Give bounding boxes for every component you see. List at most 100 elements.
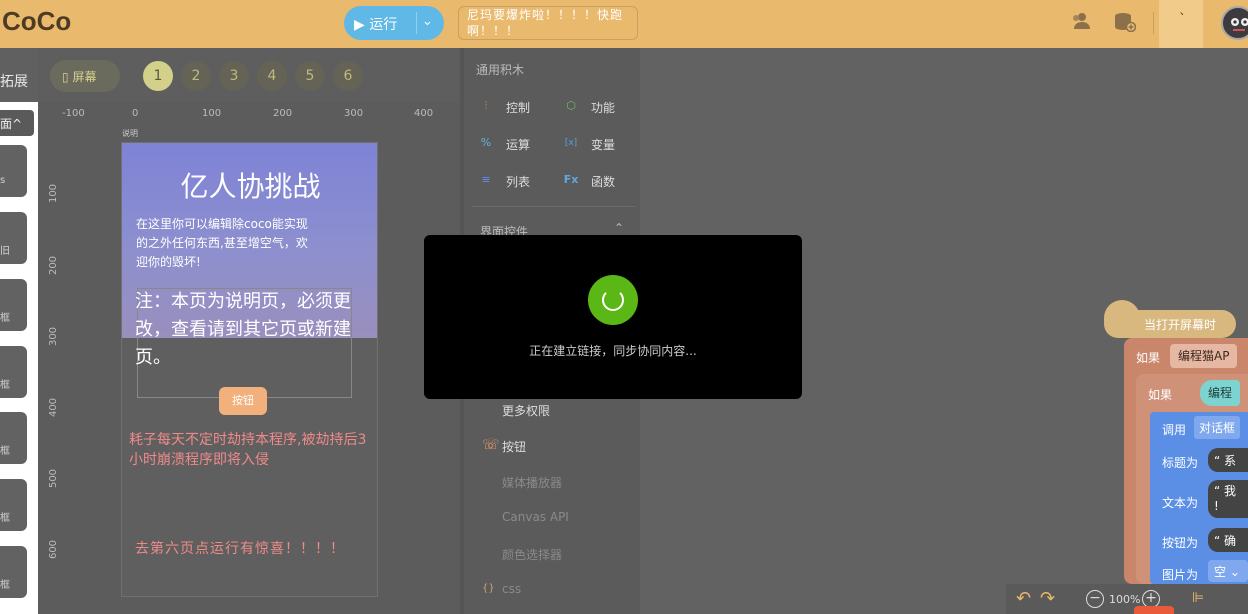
redo-icon[interactable]: ↷ — [1040, 588, 1055, 609]
page-select[interactable]: 面^ — [0, 110, 34, 136]
section-divider — [472, 206, 636, 207]
page-thumb[interactable]: s — [0, 145, 27, 197]
control-icon: ⫶ — [484, 99, 488, 112]
ruler-tick: 100 — [202, 108, 222, 119]
run-button[interactable]: ▶ 运行 ⌄ — [344, 6, 444, 40]
page-thumb[interactable]: 旧 — [0, 212, 27, 264]
align-icon[interactable]: ⊫ — [1192, 590, 1204, 606]
page-tab-4[interactable]: 4 — [257, 61, 287, 91]
screen-icon: ▯ — [62, 70, 69, 84]
description-text[interactable]: 在这里你可以编辑除coco能实现的之外任何东西,甚至增空气，欢迎你的毁坏! — [136, 215, 316, 272]
screen-label: 屏幕 — [72, 70, 97, 84]
category-label: 变量 — [591, 138, 616, 152]
button-widget-icon: ☏ — [482, 437, 500, 453]
ruler-tick: 500 — [48, 468, 60, 489]
ruler-tick: 400 — [48, 397, 60, 418]
zoom-level: 100% — [1109, 593, 1141, 606]
ruler-tick: 200 — [48, 255, 60, 276]
if-label: 如果 — [1136, 351, 1161, 365]
collaborators-icon[interactable] — [1070, 12, 1090, 35]
highlight-toggle[interactable]: ` — [1159, 0, 1203, 48]
param-label: 标题为 — [1162, 456, 1199, 470]
avatar[interactable] — [1221, 6, 1248, 40]
ruler-tick: 200 — [273, 108, 293, 119]
param-value[interactable]: “ 系 — [1208, 448, 1248, 472]
zoom-out-icon[interactable]: − — [1086, 590, 1104, 608]
css-icon: {} — [482, 583, 495, 594]
page-thumb[interactable]: 框 — [0, 412, 27, 464]
condition-slot[interactable]: 编程 — [1200, 380, 1241, 406]
category-label: 函数 — [591, 175, 616, 189]
phone-screen[interactable]: 亿人协挑战 在这里你可以编辑除coco能实现的之外任何东西,甚至增空气，欢迎你的… — [121, 142, 378, 597]
ruler-tick: 300 — [344, 108, 364, 119]
ruler-tick: 600 — [48, 539, 60, 560]
run-menu-chevron-icon[interactable]: ⌄ — [422, 14, 433, 29]
category-label: 列表 — [506, 175, 531, 189]
widget-canvas-api[interactable]: Canvas API — [502, 510, 569, 524]
event-label: 当打开屏幕时 — [1144, 318, 1217, 332]
page-thumb[interactable]: 框 — [0, 346, 27, 398]
database-add-icon[interactable] — [1114, 12, 1137, 37]
widget-color-picker[interactable]: 颜色选择器 — [502, 546, 562, 563]
more-permissions[interactable]: 更多权限 — [502, 402, 550, 419]
list-icon: ≡ — [481, 173, 491, 186]
variable-icon: [x] — [564, 138, 578, 148]
assistant-tab[interactable] — [1134, 606, 1174, 614]
ruler-tick: 400 — [414, 108, 434, 119]
page-tab-2[interactable]: 2 — [181, 61, 211, 91]
dialog-select[interactable]: 对话框 — [1194, 416, 1241, 439]
screen-button[interactable]: ▯ 屏幕 — [50, 60, 120, 92]
ruler-tick: -100 — [62, 108, 85, 119]
sync-modal: 正在建立链接，同步协同内容... — [424, 235, 802, 399]
page-thumb[interactable]: 框 — [0, 279, 27, 331]
ruler-tick: 300 — [48, 326, 60, 347]
param-value[interactable]: “ 我 ! — [1208, 480, 1248, 518]
run-divider — [416, 12, 417, 34]
page-tab-3[interactable]: 3 — [219, 61, 249, 91]
event-block[interactable]: 当打开屏幕时 — [1104, 310, 1236, 338]
sync-status-text: 正在建立链接，同步协同内容... — [529, 344, 697, 358]
call-dialog-block[interactable]: 调用 对话框 标题为 “ 系 文本为 “ 我 ! 按钮为 “ 确 图片为 空 ⌄ — [1150, 412, 1248, 584]
param-value[interactable]: “ 确 — [1208, 528, 1248, 552]
widget-css[interactable]: css — [502, 582, 521, 596]
app-logo: CoCo — [2, 6, 72, 36]
page-tab-1[interactable]: 1 — [143, 61, 173, 91]
screen-button-widget[interactable]: 按钮 — [219, 387, 267, 415]
ruler-tick: 0 — [132, 108, 139, 119]
category-label: 功能 — [591, 101, 616, 115]
horizontal-ruler: -100 0 100 200 300 400 — [52, 104, 460, 120]
image-select[interactable]: 空 ⌄ — [1208, 560, 1248, 582]
run-label: ▶ 运行 — [354, 17, 398, 33]
general-blocks-header: 通用积木 — [476, 63, 525, 77]
note-text[interactable]: 注：本页为说明页，必须更改，查看请到其它页或新建页。 — [135, 288, 375, 372]
highlight-toggle-label: ` — [1179, 12, 1186, 28]
ruler-tick: 100 — [48, 183, 60, 204]
call-label: 调用 — [1162, 423, 1187, 437]
surprise-text[interactable]: 去第六页点运行有惊喜！！！！ — [135, 538, 375, 558]
spinner-ring — [602, 289, 624, 311]
page-tab-6[interactable]: 6 — [333, 61, 363, 91]
widget-button[interactable]: 按钮 — [502, 438, 526, 455]
screen-title[interactable]: 亿人协挑战 — [122, 165, 377, 205]
warning-text[interactable]: 耗子每天不定时劫持本程序,被劫持后3小时崩溃程序即将入侵 — [129, 430, 369, 470]
category-label: 控制 — [506, 101, 531, 115]
page-tab-5[interactable]: 5 — [295, 61, 325, 91]
condition-slot[interactable]: 编程猫AP — [1170, 344, 1238, 368]
undo-icon[interactable]: ↶ — [1016, 588, 1031, 609]
widget-media-player[interactable]: 媒体播放器 — [502, 474, 562, 491]
param-label: 按钮为 — [1162, 536, 1199, 550]
notice-input[interactable]: 尼玛要爆炸啦！！！！快跑啊！！！ — [458, 6, 638, 40]
math-icon: % — [480, 136, 492, 149]
param-label: 图片为 — [1162, 568, 1199, 582]
collapse-chevron-icon[interactable]: ⌃ — [614, 221, 624, 235]
page-thumb[interactable]: 框 — [0, 479, 27, 531]
extend-tab[interactable]: 拓展 — [0, 71, 28, 91]
screen-caption: 说明 — [122, 129, 138, 138]
page-thumb[interactable]: 框 — [0, 546, 27, 598]
category-label: 运算 — [506, 138, 531, 152]
workspace-toolbar: ↶ ↷ − 100% + ⊫ — [1006, 584, 1248, 614]
param-label: 文本为 — [1162, 496, 1199, 510]
loading-spinner-icon — [588, 275, 638, 325]
vertical-ruler: 100 200 300 400 500 600 — [38, 120, 59, 614]
if-label: 如果 — [1148, 388, 1173, 402]
